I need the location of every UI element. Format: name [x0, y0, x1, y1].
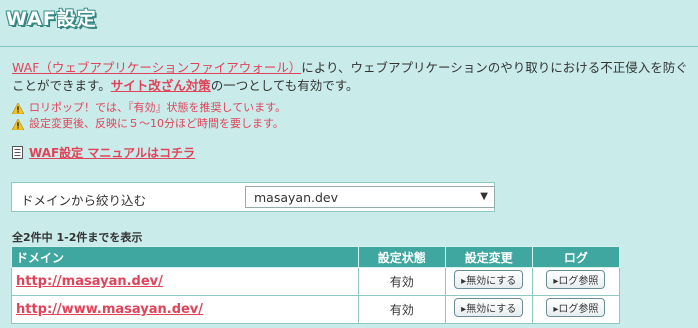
disable-button[interactable]: ▸無効にする: [454, 298, 524, 317]
manual-link[interactable]: WAF設定 マニュアルはコチラ: [29, 144, 195, 161]
title-bar: WAF設定: [0, 0, 698, 38]
log-button-label: ログ参照: [558, 304, 599, 315]
domain-link[interactable]: http://www.masayan.dev/: [16, 302, 203, 317]
log-button[interactable]: ▸ログ参照: [546, 270, 606, 289]
disable-button-label: 無効にする: [466, 276, 517, 287]
change-cell: ▸無効にする: [444, 295, 533, 324]
domain-select[interactable]: masayan.dev ▼: [245, 186, 495, 208]
table-row: http://masayan.dev/ 有効 ▸無効にする ▸ログ参照: [11, 267, 621, 296]
manual-link-row: WAF設定 マニュアルはコチラ: [12, 144, 195, 161]
note-item: 設定変更後、反映に５～10分ほど時間を要します。: [12, 116, 286, 132]
domain-cell: http://masayan.dev/: [11, 267, 359, 296]
status-cell: 有効: [357, 295, 446, 324]
disable-button[interactable]: ▸無効にする: [454, 270, 524, 289]
log-button-label: ログ参照: [558, 276, 599, 287]
col-domain: ドメイン: [11, 246, 359, 268]
log-button[interactable]: ▸ログ参照: [546, 298, 606, 317]
page-title: WAF設定: [6, 8, 97, 30]
waf-table: ドメイン 設定状態 設定変更 ログ http://masayan.dev/ 有効…: [11, 246, 621, 324]
notes: ロリポップ！では、『有効』状態を推奨しています。 設定変更後、反映に５～10分ほ…: [12, 100, 286, 132]
divider: [0, 46, 698, 47]
note-text: 設定変更後、反映に５～10分ほど時間を要します。: [29, 117, 284, 130]
domain-select-value: masayan.dev: [254, 190, 338, 205]
result-count: 全2件中 1-2件までを表示: [12, 231, 143, 244]
note-text: ロリポップ！では、『有効』状態を推奨しています。: [29, 101, 287, 114]
table-row: http://www.masayan.dev/ 有効 ▸無効にする ▸ログ参照: [11, 295, 621, 324]
chevron-down-icon: ▼: [480, 191, 488, 202]
log-cell: ▸ログ参照: [531, 295, 621, 324]
log-cell: ▸ログ参照: [531, 267, 621, 296]
domain-cell: http://www.masayan.dev/: [11, 295, 359, 324]
domain-filter: ドメインから絞り込む masayan.dev ▼: [11, 182, 495, 212]
intro-text: WAF（ウェブアプリケーションファイアウォール）により、ウェブアプリケーションの…: [12, 59, 692, 95]
waf-link[interactable]: WAF（ウェブアプリケーションファイアウォール）: [12, 60, 301, 75]
intro-text-2: の一つとしても有効です。: [210, 78, 359, 93]
document-icon: [12, 146, 23, 159]
warning-icon: [12, 118, 24, 130]
col-log: ログ: [531, 246, 621, 268]
col-change: 設定変更: [444, 246, 533, 268]
attack-link[interactable]: サイト改ざん対策: [111, 78, 211, 93]
change-cell: ▸無効にする: [444, 267, 533, 296]
table-header-row: ドメイン 設定状態 設定変更 ログ: [11, 246, 621, 268]
domain-link[interactable]: http://masayan.dev/: [16, 274, 163, 289]
disable-button-label: 無効にする: [466, 304, 517, 315]
note-item: ロリポップ！では、『有効』状態を推奨しています。: [12, 100, 286, 116]
filter-label: ドメインから絞り込む: [21, 193, 147, 208]
status-cell: 有効: [357, 267, 446, 296]
col-status: 設定状態: [357, 246, 446, 268]
warning-icon: [12, 102, 24, 114]
